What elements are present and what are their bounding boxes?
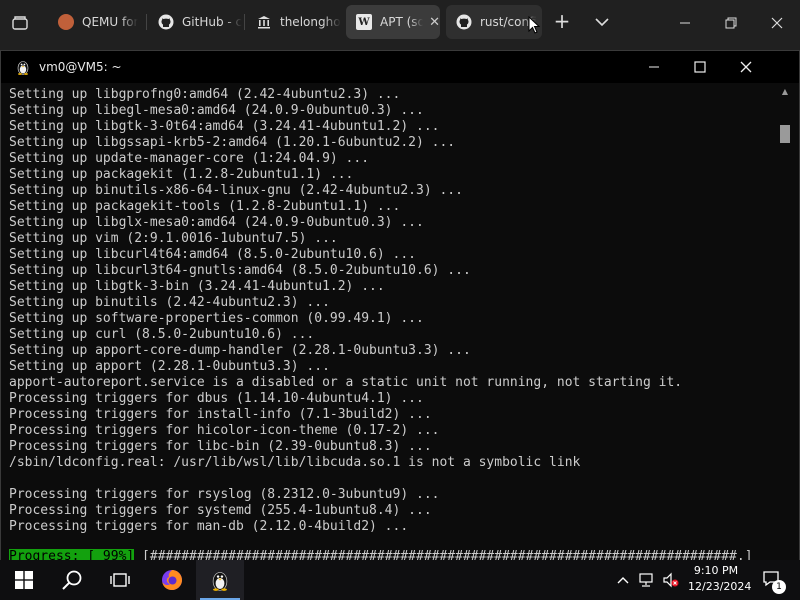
github-icon [456,14,472,30]
tab-label: APT (so [380,15,424,29]
firefox-icon [162,570,182,590]
terminal-minimize-button[interactable] [631,51,677,83]
speaker-muted-icon [663,572,679,588]
terminal-line: Setting up packagekit-tools (1.2.8-2ubun… [9,199,401,214]
terminal-line: Processing triggers for install-info (7.… [9,407,432,422]
search-icon [62,570,82,590]
start-button[interactable] [0,560,48,600]
task-view-icon [110,573,130,587]
terminal-line: Processing triggers for rsyslog (8.2312.… [9,487,440,502]
terminal-window: vm0@VM5: ~ Setting up libgprofng0:amd64 … [0,50,800,564]
tab-label: thelongho [280,15,341,29]
task-view-button[interactable] [96,560,144,600]
tux-icon [17,61,29,75]
tab-separator [146,14,147,30]
terminal-line: Setting up packagekit (1.2.8-2ubuntu1.1)… [9,167,354,182]
terminal-line: Setting up vim (2:9.1.0016-1ubuntu7.5) .… [9,231,338,246]
taskbar-firefox[interactable] [148,560,196,600]
terminal-line: Setting up update-manager-core (1:24.04.… [9,151,370,166]
terminal-line: Setting up binutils (2.42-4ubuntu2.3) ..… [9,295,330,310]
tab-apt-active[interactable]: W APT (so ✕ [346,5,440,39]
minimize-icon [680,22,690,24]
mouse-cursor-icon [528,16,540,34]
museum-icon [256,14,272,30]
taskbar: 9:10 PM 12/23/2024 1 [0,560,800,600]
browser-restore-button[interactable] [708,0,754,46]
notification-center-button[interactable]: 1 [756,560,790,600]
close-icon [740,61,752,73]
clock-date: 12/23/2024 [688,580,752,593]
terminal-line: Processing triggers for dbus (1.14.10-4u… [9,391,424,406]
terminal-scrollbar[interactable]: ▲ [779,87,791,557]
qemu-icon [58,14,74,30]
terminal-line: Setting up libgtk-3-0t64:amd64 (3.24.41-… [9,119,440,134]
terminal-line: apport-autoreport.service is a disabled … [9,375,683,390]
taskbar-terminal[interactable] [196,560,244,600]
browser-minimize-button[interactable] [662,0,708,46]
terminal-line: Processing triggers for man-db (2.12.0-4… [9,519,409,534]
terminal-output[interactable]: Setting up libgprofng0:amd64 (2.42-4ubun… [9,87,773,563]
terminal-line: Setting up apport (2.28.1-0ubuntu3.3) ..… [9,359,330,374]
terminal-line: Setting up curl (8.5.0-2ubuntu10.6) ... [9,327,315,342]
terminal-maximize-button[interactable] [677,51,723,83]
tab-label: GitHub - c [182,15,243,29]
terminal-line: Setting up software-properties-common (0… [9,311,424,326]
scrollbar-thumb[interactable] [780,125,790,143]
browser-close-button[interactable] [754,0,800,46]
tab-github[interactable]: GitHub - c [148,5,244,39]
maximize-icon [694,61,706,73]
wikipedia-icon: W [356,14,372,30]
terminal-line: Setting up libcurl3t64-gnutls:amd64 (8.5… [9,263,471,278]
chevron-up-icon [617,577,629,584]
terminal-line: Processing triggers for hicolor-icon-the… [9,423,440,438]
tab-qemu[interactable]: QEMU for [48,5,146,39]
close-tab-icon[interactable]: ✕ [429,15,440,30]
terminal-line: Setting up libgssapi-krb5-2:amd64 (1.20.… [9,135,456,150]
github-icon [158,14,174,30]
terminal-line: Setting up libegl-mesa0:amd64 (24.0.9-0u… [9,103,424,118]
new-tab-button[interactable]: + [550,10,574,34]
search-button[interactable] [48,560,96,600]
scroll-up-icon[interactable]: ▲ [779,87,791,99]
show-hidden-icons-button[interactable] [614,560,632,600]
tab-label: QEMU for [82,15,139,29]
network-button[interactable] [636,560,658,600]
restore-icon [725,17,737,29]
terminal-title: vm0@VM5: ~ [39,60,122,74]
terminal-line: /sbin/ldconfig.real: /usr/lib/wsl/lib/li… [9,455,581,470]
chevron-down-icon [595,18,609,27]
terminal-line: Setting up libgtk-3-bin (3.24.41-4ubuntu… [9,279,385,294]
tab-list-button[interactable] [590,10,614,34]
volume-button[interactable] [660,560,682,600]
terminal-line: Processing triggers for libc-bin (2.39-0… [9,439,432,454]
terminal-line: Setting up libgprofng0:amd64 (2.42-4ubun… [9,87,401,102]
terminal-titlebar: vm0@VM5: ~ [1,51,799,83]
tab-separator [244,14,245,30]
taskbar-clock[interactable]: 9:10 PM 12/23/2024 [688,563,752,595]
clock-time: 9:10 PM [693,564,739,577]
network-icon [639,573,653,587]
browser-tab-strip: QEMU for GitHub - c thelongho W APT (so … [0,0,800,46]
terminal-line: Setting up binutils-x86-64-linux-gnu (2.… [9,183,463,198]
tux-icon [212,572,228,591]
terminal-close-button[interactable] [723,51,769,83]
minimize-icon [649,66,659,68]
terminal-line: Setting up libglx-mesa0:amd64 (24.0.9-0u… [9,215,424,230]
windows-logo-icon [15,571,33,589]
tab-thelonghouse[interactable]: thelongho [246,5,342,39]
terminal-line: Processing triggers for systemd (255.4-1… [9,503,432,518]
close-icon [771,17,783,29]
notification-badge: 1 [772,580,786,594]
terminal-line: Setting up libcurl4t64:amd64 (8.5.0-2ubu… [9,247,416,262]
tab-actions-icon[interactable] [0,0,40,46]
terminal-line: Setting up apport-core-dump-handler (2.2… [9,343,471,358]
